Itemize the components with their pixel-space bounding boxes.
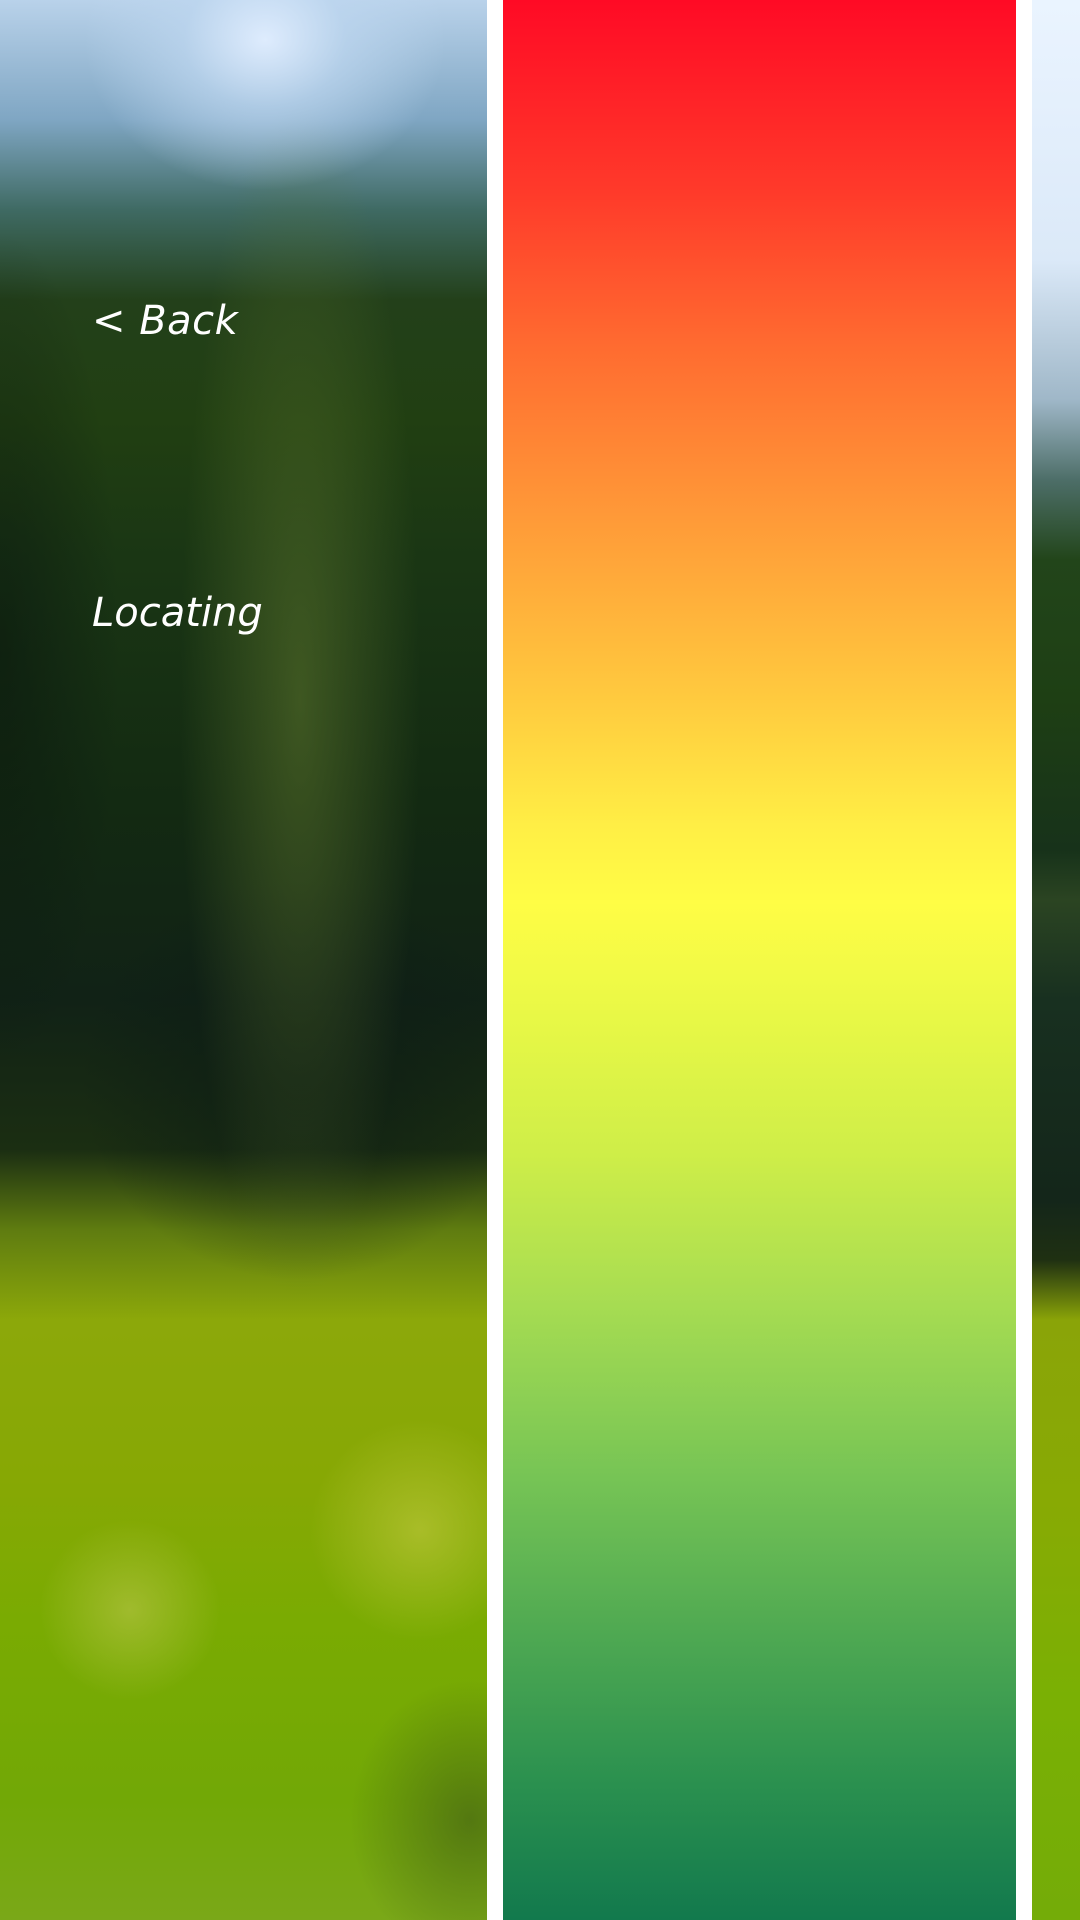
photo-shade xyxy=(0,0,487,1920)
signal-strength-gradient-bar xyxy=(503,0,1016,1920)
back-button[interactable]: < Back xyxy=(92,298,238,344)
locating-status-text: Locating xyxy=(92,590,263,636)
next-photo-peek xyxy=(1032,0,1080,1920)
locator-screen: < Back Locating xyxy=(0,0,1080,1920)
background-photo: < Back Locating xyxy=(0,0,487,1920)
